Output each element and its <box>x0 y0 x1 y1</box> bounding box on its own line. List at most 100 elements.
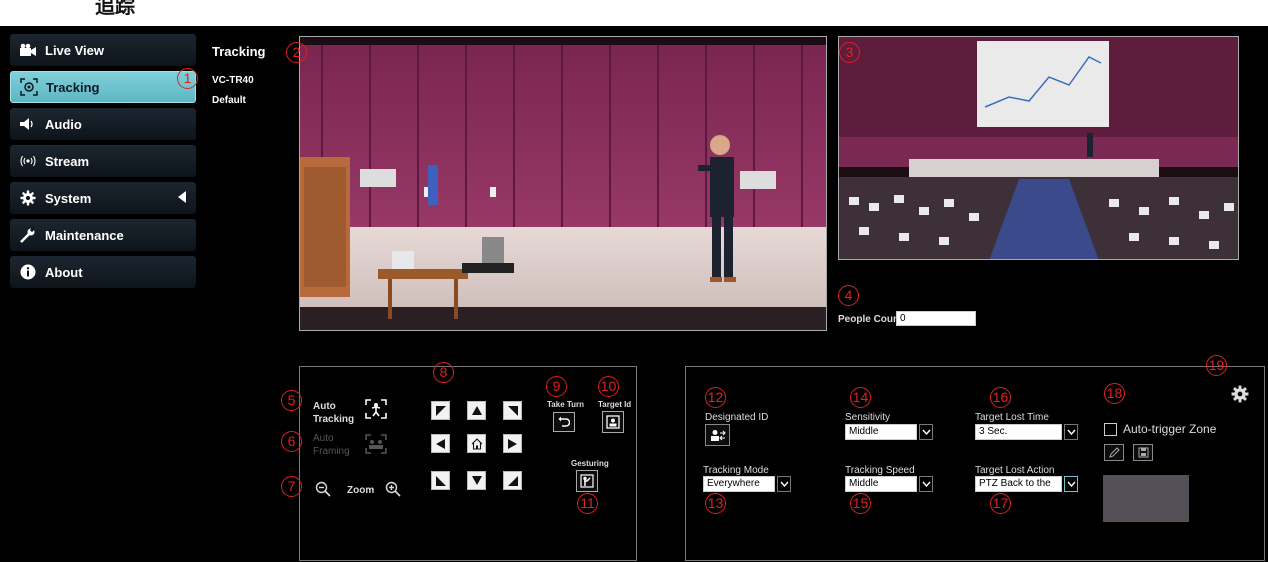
callout-2: 2 <box>286 42 307 63</box>
chevron-down-icon[interactable] <box>1064 424 1078 440</box>
arrow-up-left-icon <box>435 405 446 416</box>
chevron-down-icon[interactable] <box>919 424 933 440</box>
auto-framing-button[interactable] <box>364 433 388 455</box>
tracking-settings-panel <box>685 366 1265 561</box>
chevron-down-icon[interactable] <box>777 476 791 492</box>
profile-name: Default <box>212 95 246 106</box>
broadcast-icon <box>19 153 37 169</box>
pan-down-left-button[interactable] <box>431 471 450 490</box>
pan-up-right-button[interactable] <box>503 401 522 420</box>
camera-icon <box>19 42 37 58</box>
arrow-left-icon <box>436 438 445 449</box>
sidebar-item-stream[interactable]: Stream <box>10 145 196 177</box>
auto-framing-label: Auto Framing <box>313 433 350 457</box>
target-id-label: Target Id <box>598 400 632 409</box>
callout-18: 18 <box>1104 383 1125 404</box>
tracking-mode-label: Tracking Mode <box>703 465 769 476</box>
chevron-down-icon[interactable] <box>1064 476 1078 492</box>
callout-3: 3 <box>839 42 860 63</box>
settings-gear-icon[interactable] <box>1231 385 1249 408</box>
callout-19: 19 <box>1206 355 1227 376</box>
tilt-down-button[interactable] <box>467 471 486 490</box>
callout-11: 11 <box>577 493 598 514</box>
callout-9: 9 <box>546 376 567 397</box>
target-id-button[interactable] <box>602 411 624 433</box>
callout-17: 17 <box>990 493 1011 514</box>
callout-16: 16 <box>990 387 1011 408</box>
zoom-in-icon[interactable] <box>385 481 401 502</box>
speaker-icon <box>19 116 37 132</box>
page-title: Tracking <box>212 44 266 59</box>
target-lost-action-select[interactable]: PTZ Back to the <box>975 476 1062 492</box>
designated-id-button[interactable] <box>705 424 730 446</box>
sidebar-item-audio[interactable]: Audio <box>10 108 196 140</box>
tracking-speed-select[interactable]: Middle <box>845 476 917 492</box>
arrow-down-icon <box>471 476 482 485</box>
gesturing-button[interactable] <box>576 470 598 492</box>
people-count-field[interactable]: 0 <box>896 311 976 326</box>
edit-zone-button[interactable] <box>1104 444 1124 461</box>
sidebar-item-label: Live View <box>45 42 105 58</box>
page-header-title: 追踪 <box>95 0 135 18</box>
device-model: VC-TR40 <box>212 75 254 86</box>
designated-id-label: Designated ID <box>705 412 769 423</box>
pencil-icon <box>1108 447 1120 458</box>
auto-tracking-label: Auto Tracking <box>313 401 355 425</box>
gear-icon <box>19 190 37 206</box>
expand-arrow-icon[interactable] <box>178 191 186 203</box>
arrow-up-right-icon <box>507 405 518 416</box>
auditorium-image <box>839 37 1238 259</box>
wrench-icon <box>19 227 37 243</box>
tracking-video-view[interactable] <box>299 36 827 331</box>
auto-trigger-zone-label: Auto-trigger Zone <box>1123 422 1217 436</box>
callout-8: 8 <box>433 362 454 383</box>
arrow-down-right-icon <box>507 475 518 486</box>
sidebar-item-label: System <box>45 190 92 206</box>
sensitivity-select[interactable]: Middle <box>845 424 917 440</box>
zoom-label: Zoom <box>347 485 375 496</box>
wide-camera-view[interactable] <box>838 36 1239 260</box>
chevron-down-icon[interactable] <box>919 476 933 492</box>
top-band: 追踪 <box>0 0 1268 26</box>
arrow-right-icon <box>508 438 517 449</box>
sidebar-item-label: Tracking <box>46 79 100 95</box>
sidebar-item-label: About <box>45 264 83 280</box>
person-swap-icon <box>710 429 726 441</box>
sidebar-item-about[interactable]: About <box>10 256 196 288</box>
turn-back-icon <box>558 416 570 427</box>
take-turn-label: Take Turn <box>547 400 585 409</box>
sidebar-item-live-view[interactable]: Live View <box>10 34 196 66</box>
zoom-out-icon[interactable] <box>315 481 331 502</box>
target-lost-time-select[interactable]: 3 Sec. <box>975 424 1062 440</box>
sidebar-item-tracking[interactable]: Tracking <box>10 71 196 103</box>
sidebar-item-system[interactable]: System <box>10 182 196 214</box>
hand-gesture-icon <box>580 474 594 488</box>
callout-10: 10 <box>598 376 619 397</box>
auto-trigger-zone-checkbox[interactable] <box>1104 423 1117 436</box>
info-icon <box>19 264 37 280</box>
pan-left-button[interactable] <box>431 434 450 453</box>
pan-up-left-button[interactable] <box>431 401 450 420</box>
target-lost-time-label: Target Lost Time <box>975 412 1049 423</box>
target-lost-action-label: Target Lost Action <box>975 465 1055 476</box>
callout-14: 14 <box>850 387 871 408</box>
callout-6: 6 <box>281 431 302 452</box>
pan-right-button[interactable] <box>503 434 522 453</box>
arrow-down-left-icon <box>435 475 446 486</box>
callout-15: 15 <box>850 493 871 514</box>
callout-1: 1 <box>177 68 198 89</box>
pan-down-right-button[interactable] <box>503 471 522 490</box>
callout-7: 7 <box>281 476 302 497</box>
callout-13: 13 <box>705 493 726 514</box>
home-button[interactable] <box>467 434 486 453</box>
sidebar-item-maintenance[interactable]: Maintenance <box>10 219 196 251</box>
save-zone-button[interactable] <box>1133 444 1153 461</box>
take-turn-button[interactable] <box>553 412 575 432</box>
tilt-up-button[interactable] <box>467 401 486 420</box>
save-icon <box>1138 447 1148 458</box>
auto-tracking-button[interactable] <box>364 398 388 420</box>
sidebar: Live View Tracking Audio Stream System M… <box>10 34 196 293</box>
tracking-mode-select[interactable]: Everywhere <box>703 476 775 492</box>
person-frame-icon <box>365 399 387 419</box>
callout-12: 12 <box>705 387 726 408</box>
